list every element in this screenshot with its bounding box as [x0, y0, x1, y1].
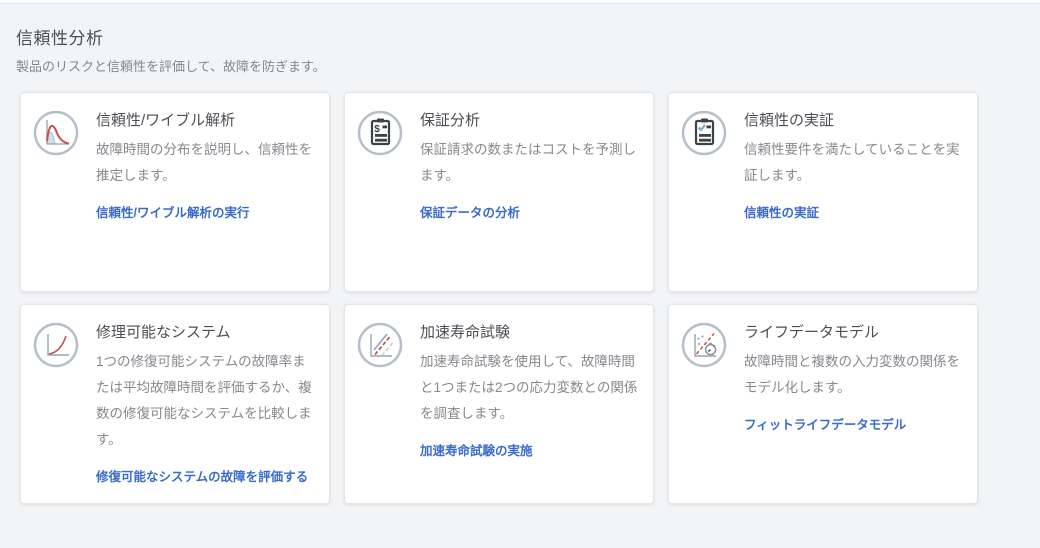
card-description: 故障時間と複数の入力変数の関係をモデル化します。 — [744, 349, 963, 401]
card-reliability-demonstration: 信頼性の実証 信頼性要件を満たしていることを実証します。 信頼性の実証 — [668, 92, 978, 292]
evaluate-repairable-system-link[interactable]: 修復可能なシステムの故障を評価する — [96, 466, 308, 485]
scatter-stopwatch-icon — [680, 321, 728, 369]
card-title: 保証分析 — [420, 109, 639, 130]
card-description: 保証請求の数またはコストを予測します。 — [420, 137, 639, 189]
trend-lines-icon — [356, 321, 404, 369]
checklist-clipboard-icon — [680, 109, 728, 157]
card-repairable-systems: 修理可能なシステム 1つの修復可能システムの故障率または平均故障時間を評価するか… — [20, 304, 330, 504]
page-header: 信頼性分析 製品のリスクと信頼性を評価して、故障を防ぎます。 — [16, 24, 1040, 75]
card-title: 加速寿命試験 — [420, 321, 639, 342]
card-life-data-model: ライフデータモデル 故障時間と複数の入力変数の関係をモデル化します。 フィットラ… — [668, 304, 978, 504]
card-title: 信頼性の実証 — [744, 109, 963, 130]
svg-text:$: $ — [374, 124, 380, 135]
card-warranty-analysis: $ 保証分析 保証請求の数またはコストを予測します。 保証データの分析 — [344, 92, 654, 292]
card-description: 信頼性要件を満たしていることを実証します。 — [744, 137, 963, 189]
conduct-accelerated-life-test-link[interactable]: 加速寿命試験の実施 — [420, 440, 533, 459]
card-title: 信頼性/ワイブル解析 — [96, 109, 315, 130]
page-subtitle: 製品のリスクと信頼性を評価して、故障を防ぎます。 — [16, 56, 1040, 75]
card-title: ライフデータモデル — [744, 321, 963, 342]
card-description: 故障時間の分布を説明し、信頼性を推定します。 — [96, 137, 315, 189]
card-grid: 信頼性/ワイブル解析 故障時間の分布を説明し、信頼性を推定します。 信頼性/ワイ… — [20, 92, 1040, 504]
top-divider — [0, 0, 1040, 4]
card-accelerated-life-testing: 加速寿命試験 加速寿命試験を使用して、故障時間と1つまたは2つの応力変数との関係… — [344, 304, 654, 504]
warranty-clipboard-icon: $ — [356, 109, 404, 157]
fit-life-data-model-link[interactable]: フィットライフデータモデル — [744, 414, 906, 433]
card-description: 1つの修復可能システムの故障率または平均故障時間を評価するか、複数の修復可能なシ… — [96, 349, 315, 453]
growth-curve-icon — [32, 321, 80, 369]
card-description: 加速寿命試験を使用して、故障時間と1つまたは2つの応力変数との関係を調査します。 — [420, 349, 639, 427]
card-reliability-weibull: 信頼性/ワイブル解析 故障時間の分布を説明し、信頼性を推定します。 信頼性/ワイ… — [20, 92, 330, 292]
run-weibull-analysis-link[interactable]: 信頼性/ワイブル解析の実行 — [96, 202, 249, 221]
distribution-curve-icon — [32, 109, 80, 157]
demonstrate-reliability-link[interactable]: 信頼性の実証 — [744, 202, 819, 221]
card-title: 修理可能なシステム — [96, 321, 315, 342]
analyze-warranty-data-link[interactable]: 保証データの分析 — [420, 202, 520, 221]
page-title: 信頼性分析 — [16, 24, 1040, 49]
